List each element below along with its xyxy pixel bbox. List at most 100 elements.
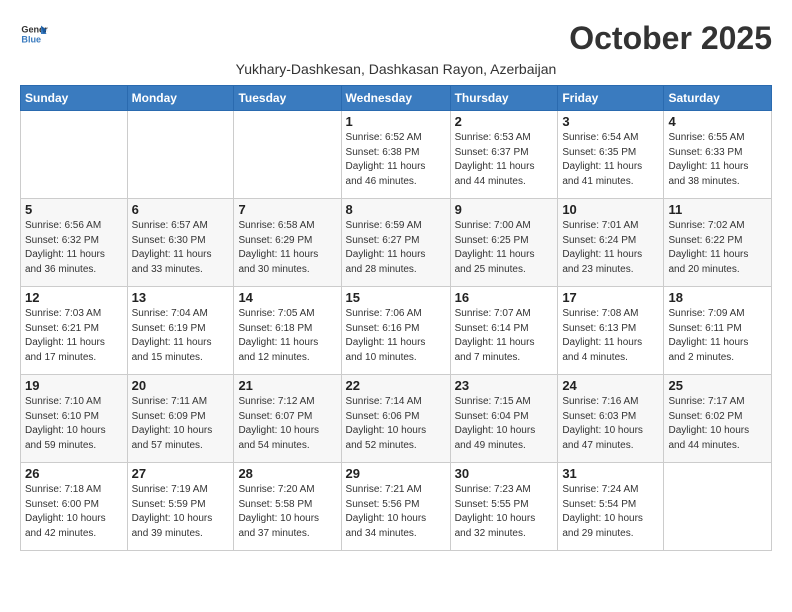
- calendar-cell: 31Sunrise: 7:24 AM Sunset: 5:54 PM Dayli…: [558, 463, 664, 551]
- day-info: Sunrise: 6:55 AM Sunset: 6:33 PM Dayligh…: [668, 131, 767, 189]
- calendar-cell: 27 Sunrise: 7:19 AM Sunset: 5:59 PM Dayli…: [127, 463, 234, 551]
- day-number: 22: [346, 378, 446, 393]
- day-number: 19: [25, 378, 123, 393]
- day-number: 20: [132, 378, 230, 393]
- weekday-header-row: SundayMondayTuesdayWednesdayThursdayFrid…: [21, 86, 772, 111]
- calendar-week-row: 1Sunrise: 6:52 AM Sunset: 6:38 PM Daylig…: [21, 111, 772, 199]
- calendar-cell: 28 Sunrise: 7:20 AM Sunset: 5:58 PM Dayli…: [234, 463, 341, 551]
- day-info: Sunrise: 7:08 AM Sunset: 6:13 PM Dayligh…: [562, 307, 659, 365]
- weekday-header-sunday: Sunday: [21, 86, 128, 111]
- day-info: Sunrise: 6:59 AM Sunset: 6:27 PM Dayligh…: [346, 219, 446, 277]
- calendar-cell: 23 Sunrise: 7:15 AM Sunset: 6:04 PM Dayli…: [450, 375, 558, 463]
- weekday-header-wednesday: Wednesday: [341, 86, 450, 111]
- calendar-cell: 9 Sunrise: 7:00 AM Sunset: 6:25 PM Daylig…: [450, 199, 558, 287]
- calendar-cell: 14Sunrise: 7:05 AM Sunset: 6:18 PM Dayli…: [234, 287, 341, 375]
- day-number: 12: [25, 290, 123, 305]
- day-number: 2: [455, 114, 554, 129]
- day-number: 7: [238, 202, 336, 217]
- subtitle: Yukhary-Dashkesan, Dashkasan Rayon, Azer…: [20, 61, 772, 77]
- day-number: 18: [668, 290, 767, 305]
- day-number: 26: [25, 466, 123, 481]
- calendar-cell: 20 Sunrise: 7:11 AM Sunset: 6:09 PM Dayli…: [127, 375, 234, 463]
- day-number: 5: [25, 202, 123, 217]
- day-number: 13: [132, 290, 230, 305]
- day-number: 15: [346, 290, 446, 305]
- calendar-week-row: 5 Sunrise: 6:56 AM Sunset: 6:32 PM Daylig…: [21, 199, 772, 287]
- calendar-cell: 29 Sunrise: 7:21 AM Sunset: 5:56 PM Dayli…: [341, 463, 450, 551]
- day-number: 29: [346, 466, 446, 481]
- day-info: Sunrise: 7:09 AM Sunset: 6:11 PM Dayligh…: [668, 307, 767, 365]
- day-number: 11: [668, 202, 767, 217]
- day-number: 4: [668, 114, 767, 129]
- calendar-table: SundayMondayTuesdayWednesdayThursdayFrid…: [20, 85, 772, 551]
- calendar-cell: 11 Sunrise: 7:02 AM Sunset: 6:22 PM Dayli…: [664, 199, 772, 287]
- day-info: Sunrise: 7:18 AM Sunset: 6:00 PM Dayligh…: [25, 483, 123, 541]
- header: General Blue October 2025 Yukhary-Dashke…: [20, 20, 772, 77]
- day-info: Sunrise: 6:57 AM Sunset: 6:30 PM Dayligh…: [132, 219, 230, 277]
- day-info: Sunrise: 7:20 AM Sunset: 5:58 PM Dayligh…: [238, 483, 336, 541]
- calendar-cell: 21 Sunrise: 7:12 AM Sunset: 6:07 PM Dayli…: [234, 375, 341, 463]
- day-info: Sunrise: 7:07 AM Sunset: 6:14 PM Dayligh…: [455, 307, 554, 365]
- calendar-week-row: 26 Sunrise: 7:18 AM Sunset: 6:00 PM Dayli…: [21, 463, 772, 551]
- calendar-cell: 12 Sunrise: 7:03 AM Sunset: 6:21 PM Dayli…: [21, 287, 128, 375]
- day-number: 23: [455, 378, 554, 393]
- day-info: Sunrise: 7:01 AM Sunset: 6:24 PM Dayligh…: [562, 219, 659, 277]
- day-number: 24: [562, 378, 659, 393]
- day-number: 21: [238, 378, 336, 393]
- calendar-cell: [234, 111, 341, 199]
- day-info: Sunrise: 6:58 AM Sunset: 6:29 PM Dayligh…: [238, 219, 336, 277]
- calendar-cell: 6Sunrise: 6:57 AM Sunset: 6:30 PM Daylig…: [127, 199, 234, 287]
- calendar-cell: 13 Sunrise: 7:04 AM Sunset: 6:19 PM Dayli…: [127, 287, 234, 375]
- calendar-cell: 8 Sunrise: 6:59 AM Sunset: 6:27 PM Daylig…: [341, 199, 450, 287]
- day-number: 30: [455, 466, 554, 481]
- day-info: Sunrise: 7:16 AM Sunset: 6:03 PM Dayligh…: [562, 395, 659, 453]
- day-number: 3: [562, 114, 659, 129]
- calendar-cell: 10Sunrise: 7:01 AM Sunset: 6:24 PM Dayli…: [558, 199, 664, 287]
- calendar-cell: 7 Sunrise: 6:58 AM Sunset: 6:29 PM Daylig…: [234, 199, 341, 287]
- day-info: Sunrise: 6:53 AM Sunset: 6:37 PM Dayligh…: [455, 131, 554, 189]
- calendar-cell: 15 Sunrise: 7:06 AM Sunset: 6:16 PM Dayli…: [341, 287, 450, 375]
- day-number: 9: [455, 202, 554, 217]
- calendar-cell: 3 Sunrise: 6:54 AM Sunset: 6:35 PM Daylig…: [558, 111, 664, 199]
- day-info: Sunrise: 7:11 AM Sunset: 6:09 PM Dayligh…: [132, 395, 230, 453]
- day-number: 27: [132, 466, 230, 481]
- day-number: 28: [238, 466, 336, 481]
- weekday-header-monday: Monday: [127, 86, 234, 111]
- calendar-cell: [664, 463, 772, 551]
- calendar-cell: 22 Sunrise: 7:14 AM Sunset: 6:06 PM Dayli…: [341, 375, 450, 463]
- day-info: Sunrise: 6:56 AM Sunset: 6:32 PM Dayligh…: [25, 219, 123, 277]
- day-number: 16: [455, 290, 554, 305]
- calendar-cell: [127, 111, 234, 199]
- day-info: Sunrise: 7:17 AM Sunset: 6:02 PM Dayligh…: [668, 395, 767, 453]
- day-info: Sunrise: 7:04 AM Sunset: 6:19 PM Dayligh…: [132, 307, 230, 365]
- calendar-week-row: 19Sunrise: 7:10 AM Sunset: 6:10 PM Dayli…: [21, 375, 772, 463]
- calendar-cell: 26 Sunrise: 7:18 AM Sunset: 6:00 PM Dayli…: [21, 463, 128, 551]
- weekday-header-saturday: Saturday: [664, 86, 772, 111]
- calendar-cell: 19Sunrise: 7:10 AM Sunset: 6:10 PM Dayli…: [21, 375, 128, 463]
- day-info: Sunrise: 6:54 AM Sunset: 6:35 PM Dayligh…: [562, 131, 659, 189]
- day-number: 8: [346, 202, 446, 217]
- calendar-cell: 4 Sunrise: 6:55 AM Sunset: 6:33 PM Daylig…: [664, 111, 772, 199]
- day-info: Sunrise: 7:02 AM Sunset: 6:22 PM Dayligh…: [668, 219, 767, 277]
- calendar-week-row: 12 Sunrise: 7:03 AM Sunset: 6:21 PM Dayli…: [21, 287, 772, 375]
- logo-icon: General Blue: [20, 20, 48, 48]
- day-info: Sunrise: 7:21 AM Sunset: 5:56 PM Dayligh…: [346, 483, 446, 541]
- day-number: 1: [346, 114, 446, 129]
- calendar-cell: 24 Sunrise: 7:16 AM Sunset: 6:03 PM Dayli…: [558, 375, 664, 463]
- calendar-cell: [21, 111, 128, 199]
- svg-text:Blue: Blue: [21, 34, 41, 44]
- day-info: Sunrise: 7:14 AM Sunset: 6:06 PM Dayligh…: [346, 395, 446, 453]
- calendar-cell: 1Sunrise: 6:52 AM Sunset: 6:38 PM Daylig…: [341, 111, 450, 199]
- day-info: Sunrise: 7:15 AM Sunset: 6:04 PM Dayligh…: [455, 395, 554, 453]
- day-info: Sunrise: 7:12 AM Sunset: 6:07 PM Dayligh…: [238, 395, 336, 453]
- calendar-cell: 5 Sunrise: 6:56 AM Sunset: 6:32 PM Daylig…: [21, 199, 128, 287]
- month-title: October 2025: [569, 20, 772, 57]
- calendar-cell: 2 Sunrise: 6:53 AM Sunset: 6:37 PM Daylig…: [450, 111, 558, 199]
- weekday-header-friday: Friday: [558, 86, 664, 111]
- day-info: Sunrise: 7:06 AM Sunset: 6:16 PM Dayligh…: [346, 307, 446, 365]
- day-info: Sunrise: 7:03 AM Sunset: 6:21 PM Dayligh…: [25, 307, 123, 365]
- day-info: Sunrise: 7:00 AM Sunset: 6:25 PM Dayligh…: [455, 219, 554, 277]
- calendar-cell: 17Sunrise: 7:08 AM Sunset: 6:13 PM Dayli…: [558, 287, 664, 375]
- day-number: 25: [668, 378, 767, 393]
- day-info: Sunrise: 7:19 AM Sunset: 5:59 PM Dayligh…: [132, 483, 230, 541]
